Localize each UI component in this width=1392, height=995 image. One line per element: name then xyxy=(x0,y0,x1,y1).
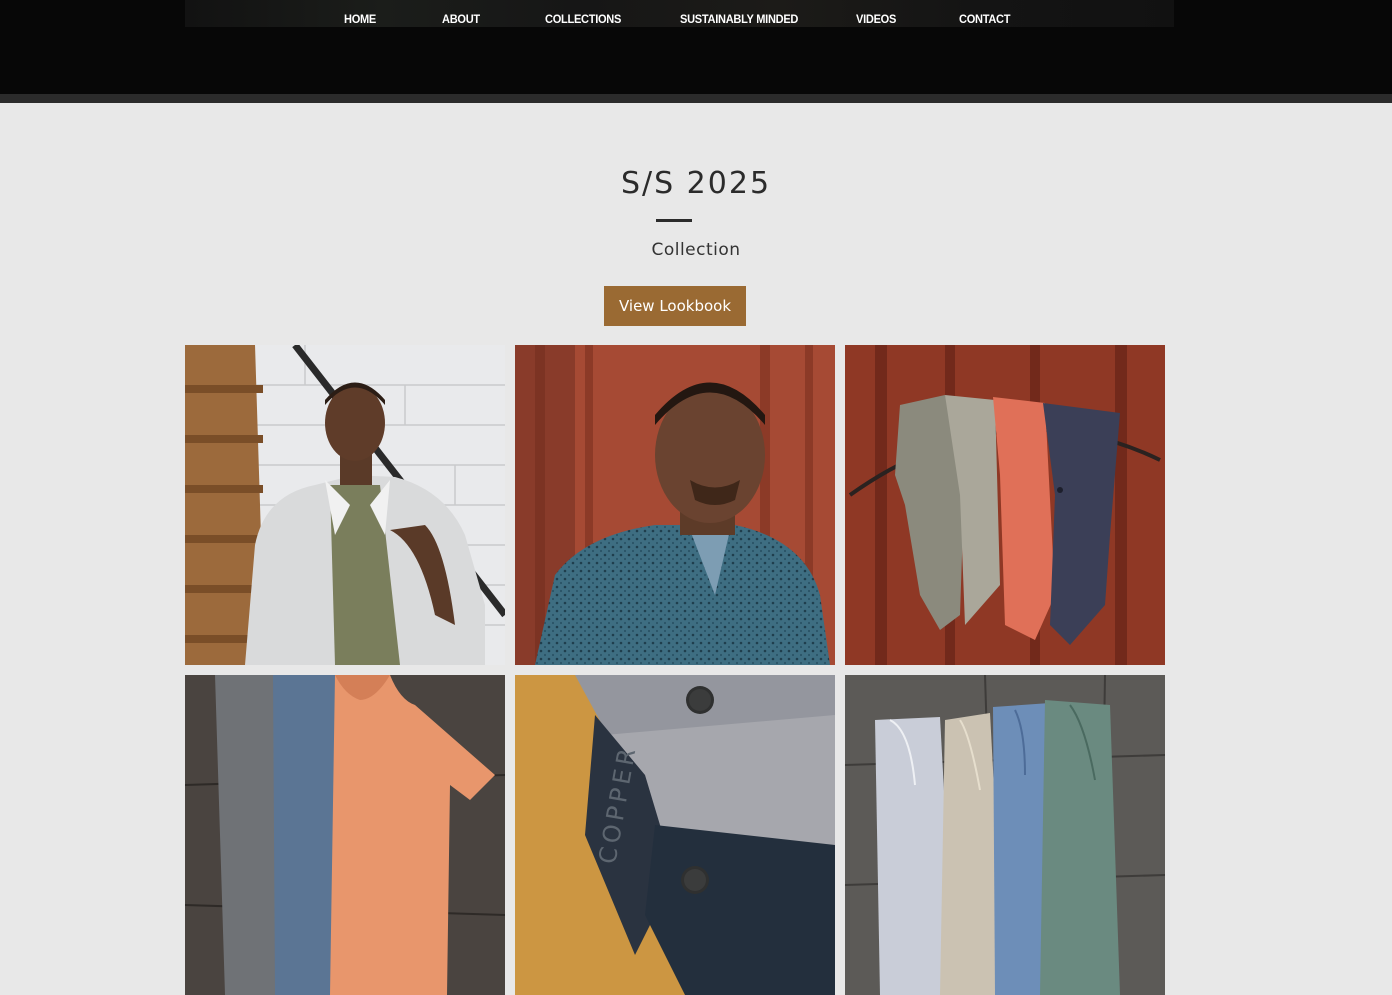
gallery-photo-2[interactable] xyxy=(515,345,835,665)
photo-pants-closeup: COPPER xyxy=(515,675,835,995)
nav-item-contact[interactable]: CONTACT xyxy=(959,12,1010,26)
photo-shirts-on-hoop xyxy=(845,345,1165,665)
gallery-photo-3[interactable] xyxy=(845,345,1165,665)
page-title: S/S 2025 xyxy=(620,166,772,201)
gallery-photo-6[interactable] xyxy=(845,675,1165,995)
gallery-photo-1[interactable] xyxy=(185,345,505,665)
nav-item-sustainably-minded[interactable]: SUSTAINABLY MINDED xyxy=(680,12,798,26)
photo-man-white-shirt xyxy=(185,345,505,665)
photo-man-blue-shirt xyxy=(515,345,835,665)
photo-tshirts-flat xyxy=(185,675,505,995)
photo-pants-on-slate xyxy=(845,675,1165,995)
view-lookbook-button[interactable]: View Lookbook xyxy=(604,286,746,326)
title-divider xyxy=(656,219,692,222)
nav-item-about[interactable]: ABOUT xyxy=(442,12,480,26)
main-nav: HOME ABOUT COLLECTIONS SUSTAINABLY MINDE… xyxy=(0,12,1392,30)
gallery-photo-4[interactable] xyxy=(185,675,505,995)
gallery-photo-5[interactable]: COPPER xyxy=(515,675,835,995)
nav-item-videos[interactable]: VIDEOS xyxy=(856,12,896,26)
page-subtitle: Collection xyxy=(651,240,741,260)
nav-item-collections[interactable]: COLLECTIONS xyxy=(545,12,621,26)
nav-item-home[interactable]: HOME xyxy=(344,12,376,26)
header-bottom-band xyxy=(0,94,1392,103)
